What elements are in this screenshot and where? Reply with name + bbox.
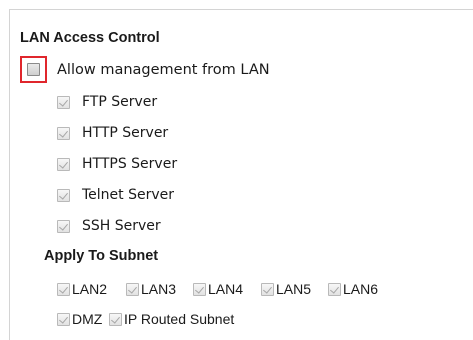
- http-server-label: HTTP Server: [82, 125, 169, 141]
- lan6-checkbox[interactable]: [328, 283, 341, 296]
- lan3-checkbox[interactable]: [126, 283, 139, 296]
- allow-management-label: Allow management from LAN: [57, 62, 270, 78]
- https-server-checkbox[interactable]: [57, 158, 70, 171]
- ssh-server-label: SSH Server: [82, 218, 161, 234]
- http-server-checkbox[interactable]: [57, 127, 70, 140]
- telnet-server-label: Telnet Server: [82, 187, 175, 203]
- ftp-server-checkbox[interactable]: [57, 96, 70, 109]
- section-title: LAN Access Control: [20, 30, 160, 46]
- lan4-label: LAN4: [208, 281, 244, 297]
- lan4-checkbox[interactable]: [193, 283, 206, 296]
- dmz-label: DMZ: [72, 311, 103, 327]
- apply-to-subnet-title: Apply To Subnet: [44, 248, 159, 264]
- allow-management-checkbox[interactable]: [27, 63, 40, 76]
- lan3-label: LAN3: [141, 281, 177, 297]
- ftp-server-label: FTP Server: [82, 94, 158, 110]
- ssh-server-checkbox[interactable]: [57, 220, 70, 233]
- https-server-label: HTTPS Server: [82, 156, 178, 172]
- lan6-label: LAN6: [343, 281, 379, 297]
- ip-routed-subnet-checkbox[interactable]: [109, 313, 122, 326]
- lan2-checkbox[interactable]: [57, 283, 70, 296]
- lan5-label: LAN5: [276, 281, 312, 297]
- ip-routed-subnet-label: IP Routed Subnet: [124, 311, 235, 327]
- dmz-checkbox[interactable]: [57, 313, 70, 326]
- lan2-label: LAN2: [72, 281, 108, 297]
- telnet-server-checkbox[interactable]: [57, 189, 70, 202]
- lan5-checkbox[interactable]: [261, 283, 274, 296]
